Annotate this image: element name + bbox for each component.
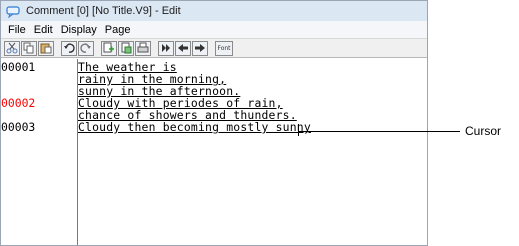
comment-icon bbox=[6, 5, 20, 19]
toolbar: Font bbox=[1, 38, 427, 58]
editor-window: Comment [0] [No Title.V9] - Edit File Ed… bbox=[0, 0, 428, 246]
undo-icon bbox=[64, 43, 75, 53]
insert-page-button[interactable] bbox=[101, 40, 117, 56]
font-button[interactable]: Font bbox=[215, 40, 233, 56]
previous-button[interactable] bbox=[175, 40, 191, 56]
menu-display[interactable]: Display bbox=[57, 24, 101, 36]
text-cursor bbox=[298, 124, 299, 136]
text-editor[interactable]: 00001 The weather is rainy in the mornin… bbox=[1, 59, 427, 245]
paste-icon bbox=[40, 43, 52, 54]
jump-icon bbox=[162, 44, 170, 52]
next-button[interactable] bbox=[192, 40, 208, 56]
paste-button[interactable] bbox=[38, 40, 54, 56]
title-bar: Comment [0] [No Title.V9] - Edit bbox=[1, 1, 427, 21]
line-number-active: 00002 bbox=[1, 96, 36, 110]
window-title: Comment [0] [No Title.V9] - Edit bbox=[26, 5, 181, 17]
redo-button[interactable] bbox=[78, 40, 94, 56]
line-number: 00001 bbox=[1, 60, 36, 74]
scissors-icon bbox=[6, 42, 18, 54]
add-page-icon bbox=[121, 42, 132, 54]
copy-button[interactable] bbox=[21, 40, 37, 56]
jump-button[interactable] bbox=[158, 40, 174, 56]
arrow-left-icon bbox=[178, 44, 188, 52]
comment-line[interactable]: Cloudy then becoming mostly sunny bbox=[78, 121, 311, 133]
undo-button[interactable] bbox=[61, 40, 77, 56]
menu-edit[interactable]: Edit bbox=[30, 24, 57, 36]
cursor-callout-label: Cursor bbox=[465, 124, 502, 138]
arrow-right-icon bbox=[195, 44, 205, 52]
menu-page[interactable]: Page bbox=[101, 24, 135, 36]
menu-bar: File Edit Display Page bbox=[1, 21, 427, 38]
insert-page-icon bbox=[103, 42, 114, 53]
cut-button[interactable] bbox=[4, 40, 20, 56]
line-number-gutter bbox=[1, 59, 78, 245]
cursor-callout-line bbox=[298, 131, 460, 132]
add-page-button[interactable] bbox=[118, 40, 134, 56]
copy-icon bbox=[23, 42, 34, 54]
print-button[interactable] bbox=[135, 40, 151, 56]
printer-icon bbox=[137, 42, 149, 53]
menu-file[interactable]: File bbox=[4, 24, 30, 36]
line-number: 00003 bbox=[1, 120, 36, 134]
redo-icon bbox=[80, 43, 91, 53]
